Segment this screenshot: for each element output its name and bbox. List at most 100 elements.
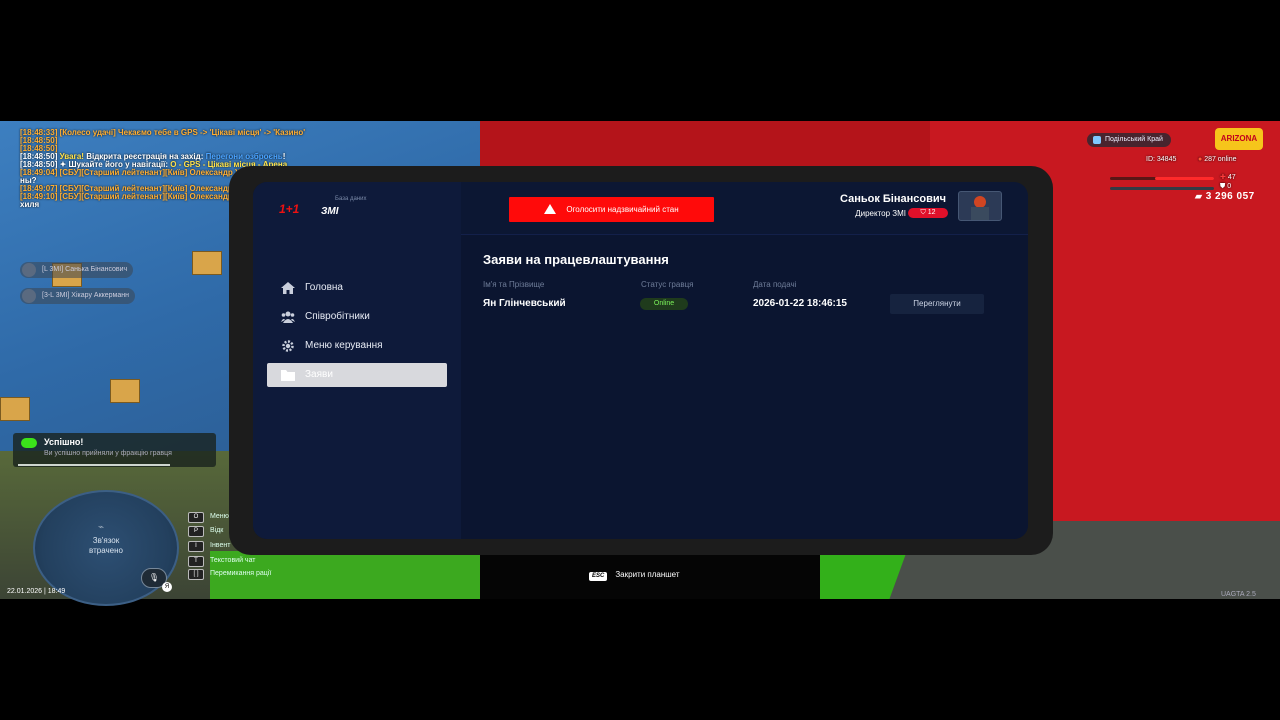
player-id: ID: 34845 xyxy=(1146,156,1177,163)
user-name: Саньок Бінансович xyxy=(840,193,946,205)
gear-icon xyxy=(282,340,294,352)
notification-timer-bar xyxy=(18,464,170,466)
column-header-date: Дата подачі xyxy=(753,280,797,289)
warning-icon xyxy=(544,203,557,214)
server-logo: ARIZONA xyxy=(1215,128,1263,150)
hotkey-text-chat: T Текстовий чат xyxy=(188,556,256,567)
avatar xyxy=(958,191,1002,221)
player-icon xyxy=(22,289,36,303)
tablet-sidebar: 1+1 ЗМІ База даних Головна Співробітники… xyxy=(253,182,461,539)
hotkey-label: Меню xyxy=(210,513,229,520)
armor-label: 0 xyxy=(1227,183,1232,190)
brand-logo: 1+1 ЗМІ База даних xyxy=(279,196,369,220)
nav-item-applications[interactable]: Заяви xyxy=(267,363,447,387)
section-title: Заяви на працевлаштування xyxy=(483,252,669,267)
crate-icon xyxy=(0,397,30,421)
money-label: 3 296 057 xyxy=(1205,191,1255,202)
column-header-status: Статус гравця xyxy=(641,280,694,289)
version-label: UAGTA 2.5 xyxy=(1221,591,1256,598)
mic-badge: Я xyxy=(162,582,172,592)
tag-label: [3-L 3МІ] Хікару Аккерманн xyxy=(42,292,129,299)
notification-text: Ви успішно прийняли у фракцію гравця xyxy=(44,450,172,457)
online-count: ● 287 online xyxy=(1198,156,1237,163)
key-cap: T xyxy=(188,556,204,567)
tablet-screen: 1+1 ЗМІ База даних Головна Співробітники… xyxy=(253,182,1028,539)
health-label: 47 xyxy=(1227,174,1236,181)
success-notification: Успішно! Ви успішно прийняли у фракцію г… xyxy=(13,433,216,467)
esc-key: ESC xyxy=(589,572,608,581)
nearby-player-tag: [3-L 3МІ] Хікару Аккерманн xyxy=(20,288,135,304)
nav-item-home[interactable]: Головна xyxy=(267,276,447,300)
nav-item-employees[interactable]: Співробітники xyxy=(267,305,447,329)
nearby-player-tag: [L 3МІ] Санька Бінансович xyxy=(20,262,134,278)
hotkey-label: Перемикання рації xyxy=(210,570,272,577)
hotkey-open: P Відк xyxy=(188,526,223,537)
radar-text-2: втрачено xyxy=(89,546,123,555)
no-signal-icon: ⌁ xyxy=(98,522,105,533)
avatar-body xyxy=(971,207,989,220)
radar-text-1: Зв'язок xyxy=(92,536,120,545)
key-cap: O xyxy=(188,512,204,523)
chat-text: хиля xyxy=(20,200,40,209)
region-badge: Подільський Край xyxy=(1087,133,1171,147)
applicant-name: Ян Глінчевський xyxy=(483,298,566,309)
brand-secondary: ЗМІ xyxy=(321,206,339,217)
home-icon xyxy=(281,282,295,294)
shield-icon xyxy=(1093,136,1101,144)
chat-line: [18:48:33] [Колесо удачі] Чекаємо тебе в… xyxy=(20,129,327,137)
cash-icon: ▰ xyxy=(1195,191,1203,201)
user-level-badge: ⛉ 12 xyxy=(908,208,948,218)
user-role: Директор ЗМІ xyxy=(855,209,906,218)
success-icon xyxy=(21,438,37,448)
brand-subtitle: База даних xyxy=(335,196,367,202)
key-cap: [ ] xyxy=(188,569,204,580)
health-bar-fill xyxy=(1155,177,1214,180)
tablet-frame: 1+1 ЗМІ База даних Головна Співробітники… xyxy=(229,166,1053,555)
tablet-main xyxy=(461,234,1028,539)
voice-mic-button[interactable]: 🎙 Я xyxy=(141,568,172,592)
close-tablet-hint[interactable]: ESC Закрити планшет xyxy=(589,570,680,581)
hotkey-radio: [ ] Перемикання рації xyxy=(188,569,271,580)
crate-icon xyxy=(110,379,140,403)
brand-primary: 1+1 xyxy=(279,202,300,216)
online-icon: ● xyxy=(1198,156,1203,163)
key-cap: P xyxy=(188,526,204,537)
level-label: 12 xyxy=(927,209,936,216)
nav-item-control-menu[interactable]: Меню керування xyxy=(267,334,447,358)
emergency-label: Оголосити надзвичайний стан xyxy=(566,205,679,214)
mic-icon: 🎙 xyxy=(148,573,160,582)
emergency-button[interactable]: Оголосити надзвичайний стан xyxy=(509,197,714,222)
online-label: 287 online xyxy=(1204,156,1237,163)
hotkey-inventory: I Інвент xyxy=(188,541,230,552)
armor-value: ⛊ 0 xyxy=(1220,183,1231,191)
player-icon xyxy=(22,263,36,277)
armor-icon: ⛊ xyxy=(1220,183,1226,190)
chat-line: [18:48:50] xyxy=(20,137,327,145)
nav-label: Головна xyxy=(305,282,343,293)
folder-icon xyxy=(281,370,295,381)
hotkey-label: Інвент xyxy=(210,542,231,549)
column-header-name: Ім'я та Прізвище xyxy=(483,280,545,289)
health-value: ✚ 47 xyxy=(1220,173,1236,181)
notification-title: Успішно! xyxy=(44,437,84,447)
hotkey-label: Текстовий чат xyxy=(210,557,256,564)
nav-label: Меню керування xyxy=(305,340,383,351)
chat-text: [18:48:33] [Колесо удачі] Чекаємо тебе в… xyxy=(20,128,306,137)
hotkey-label: Відк xyxy=(210,527,224,534)
close-tablet-label: Закрити планшет xyxy=(615,570,680,579)
application-date: 2026-01-22 18:46:15 xyxy=(753,298,847,309)
money-value: ▰ 3 296 057 xyxy=(1195,191,1255,202)
datetime: 22.01.2026 | 18:49 xyxy=(7,588,66,595)
shield-icon: ⛉ xyxy=(920,209,926,216)
armor-bar-track xyxy=(1110,187,1214,190)
nav-label: Співробітники xyxy=(305,311,370,322)
key-cap: I xyxy=(188,541,204,552)
view-application-button[interactable]: Переглянути xyxy=(890,294,984,314)
hotkey-menu: O Меню xyxy=(188,512,229,523)
nav-label: Заяви xyxy=(305,369,333,380)
heart-icon: ✚ xyxy=(1220,174,1226,181)
crate-icon xyxy=(192,251,222,275)
users-icon xyxy=(281,311,295,323)
region-label: Подільський Край xyxy=(1105,136,1163,143)
tag-label: [L 3МІ] Санька Бінансович xyxy=(42,266,128,273)
